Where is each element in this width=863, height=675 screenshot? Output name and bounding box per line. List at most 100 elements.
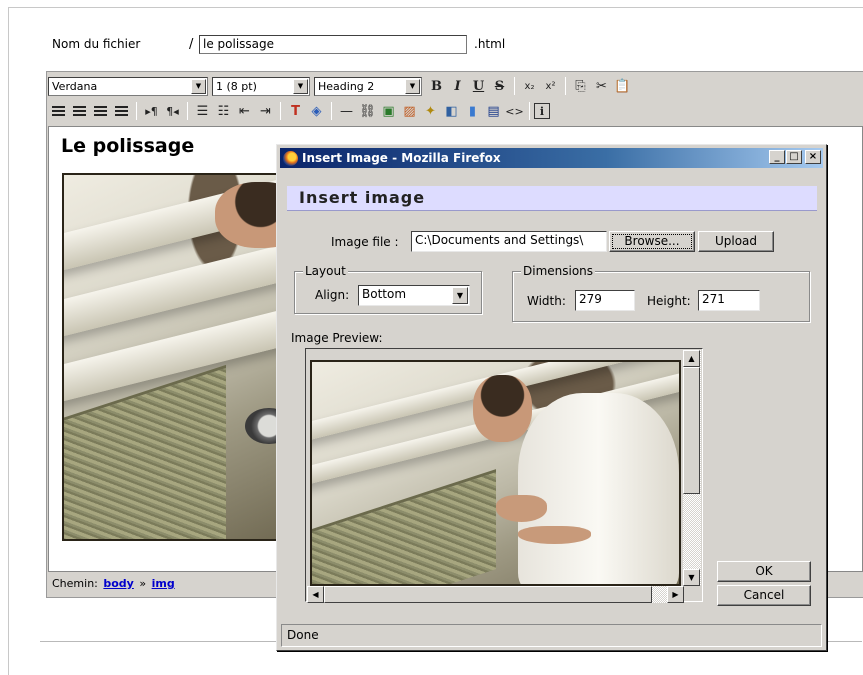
path-separator: » (139, 577, 147, 590)
strikethrough-button[interactable]: S (489, 76, 510, 97)
paste-icon[interactable]: 📋 (612, 76, 633, 97)
scroll-left-icon[interactable]: ◀ (307, 586, 324, 603)
cancel-button[interactable]: Cancel (717, 585, 811, 606)
image-manager-icon[interactable]: ▨ (399, 101, 420, 122)
background-color-icon[interactable]: ◈ (306, 101, 327, 122)
insert-image-dialog: Insert Image - Mozilla Firefox _ □ × Ins… (276, 144, 827, 651)
horizontal-scroll-thumb[interactable] (324, 586, 652, 603)
align-center-button[interactable] (69, 101, 90, 122)
html-source-button[interactable]: <> (504, 101, 525, 122)
window-controls: _ □ × (768, 150, 821, 164)
toolbar-separator (331, 102, 332, 120)
height-input[interactable]: 271 (698, 290, 760, 311)
image-preview-pane[interactable]: ▲ ▼ ◀ ▶ (305, 348, 703, 603)
vertical-scroll-thumb[interactable] (683, 367, 700, 494)
path-link-body[interactable]: body (103, 577, 133, 590)
maximize-button[interactable]: □ (786, 150, 802, 164)
chevron-down-icon: ▼ (452, 287, 468, 304)
align-justify-button[interactable] (111, 101, 132, 122)
horizontal-rule-icon[interactable]: — (336, 101, 357, 122)
path-link-img[interactable]: img (152, 577, 175, 590)
align-value: Bottom (362, 287, 407, 301)
photo-head (215, 182, 280, 248)
rtl-icon[interactable]: ¶◂ (162, 101, 183, 122)
chevron-down-icon: ▼ (293, 78, 308, 94)
toolbar-separator (136, 102, 137, 120)
insert-image-icon[interactable]: ▣ (378, 101, 399, 122)
ok-button[interactable]: OK (717, 561, 811, 582)
photo-arm (517, 526, 591, 545)
filename-label: Nom du fichier (52, 37, 141, 51)
scroll-right-icon[interactable]: ▶ (667, 586, 684, 603)
underline-button[interactable]: U (468, 76, 489, 97)
dimensions-legend: Dimensions (521, 264, 596, 278)
toolbar-separator (529, 102, 530, 120)
image-preview-label: Image Preview: (291, 331, 383, 345)
dimensions-group: Dimensions Width: 279 Height: 271 (512, 264, 810, 322)
dialog-titlebar[interactable]: Insert Image - Mozilla Firefox _ □ × (280, 148, 823, 168)
width-input[interactable]: 279 (575, 290, 635, 311)
media-icon[interactable]: ▮ (462, 101, 483, 122)
unordered-list-icon[interactable]: ☷ (213, 101, 234, 122)
cut-icon[interactable]: ✂ (591, 76, 612, 97)
preview-image (310, 360, 681, 586)
filename-extension: .html (474, 37, 506, 51)
bold-button[interactable]: B (426, 76, 447, 97)
block-format-select[interactable]: Heading 2 ▼ (314, 76, 422, 96)
align-right-button[interactable] (90, 101, 111, 122)
text-color-icon[interactable]: T (285, 101, 306, 122)
italic-button[interactable]: I (447, 76, 468, 97)
scroll-up-icon[interactable]: ▲ (683, 350, 700, 367)
ordered-list-icon[interactable]: ☰ (192, 101, 213, 122)
flash-icon[interactable]: ◧ (441, 101, 462, 122)
dialog-heading: Insert image (287, 186, 817, 211)
height-label: Height: (647, 294, 691, 308)
align-left-button[interactable] (48, 101, 69, 122)
wand-icon[interactable]: ✦ (420, 101, 441, 122)
align-right-icon (94, 105, 107, 117)
toolbar-row-2: ▸¶ ¶◂ ☰ ☷ ⇤ ⇥ T ◈ — ⛓ ▣ ▨ ✦ ◧ ▮ ▤ <> i (48, 99, 550, 123)
polishing-photo (64, 175, 280, 539)
subscript-button[interactable]: x₂ (519, 76, 540, 97)
chevron-down-icon: ▼ (405, 78, 420, 94)
toolbar-separator (280, 102, 281, 120)
link-icon[interactable]: ⛓ (357, 101, 378, 122)
indent-icon[interactable]: ⇥ (255, 101, 276, 122)
ltr-icon[interactable]: ▸¶ (141, 101, 162, 122)
close-button[interactable]: × (805, 150, 821, 164)
table-icon[interactable]: ▤ (483, 101, 504, 122)
font-family-select[interactable]: Verdana ▼ (48, 76, 208, 96)
document-image[interactable] (62, 173, 282, 541)
firefox-icon (283, 150, 298, 166)
block-format-value: Heading 2 (318, 79, 375, 93)
upload-button[interactable]: Upload (698, 231, 774, 252)
align-select[interactable]: Bottom ▼ (358, 285, 470, 306)
superscript-button[interactable]: x² (540, 76, 561, 97)
filename-slash: / (189, 37, 194, 52)
align-left-icon (52, 105, 65, 117)
toolbar-separator (565, 77, 566, 95)
scroll-down-icon[interactable]: ▼ (683, 569, 700, 586)
photo-shirt (517, 393, 679, 584)
preview-horizontal-scrollbar[interactable]: ◀ ▶ (307, 586, 684, 603)
image-file-input[interactable]: C:\Documents and Settings\ (411, 231, 607, 252)
browse-button[interactable]: Browse... (609, 231, 695, 252)
align-center-icon (73, 105, 86, 117)
minimize-button[interactable]: _ (769, 150, 785, 164)
polishing-photo (312, 362, 679, 584)
preview-vertical-scrollbar[interactable]: ▲ ▼ (683, 350, 701, 586)
image-file-label: Image file : (331, 235, 399, 249)
toolbar-row-1: Verdana ▼ 1 (8 pt) ▼ Heading 2 ▼ B I U S x₂… (48, 74, 633, 98)
outdent-icon[interactable]: ⇤ (234, 101, 255, 122)
font-size-select[interactable]: 1 (8 pt) ▼ (212, 76, 310, 96)
layout-legend: Layout (303, 264, 348, 278)
toolbar-separator (187, 102, 188, 120)
photo-head (473, 375, 533, 442)
copy-icon[interactable]: ⎘ (570, 76, 591, 97)
font-family-value: Verdana (52, 79, 98, 93)
photo-arm (495, 495, 547, 522)
path-label: Chemin: (52, 577, 98, 590)
about-button[interactable]: i (534, 103, 550, 119)
toolbar-separator (514, 77, 515, 95)
filename-input[interactable]: le polissage (199, 35, 467, 54)
